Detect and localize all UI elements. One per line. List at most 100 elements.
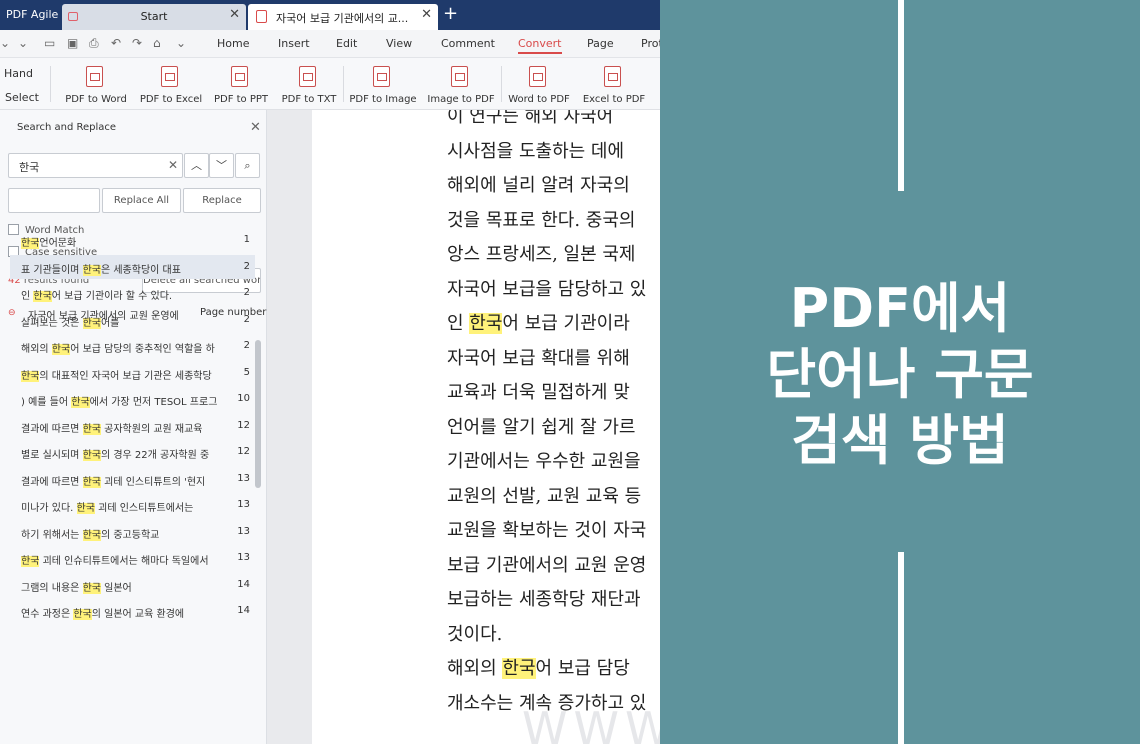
tab-document[interactable]: 자국어 보급 기관에서의 교... ✕ <box>248 4 438 30</box>
document-line: 교육과 더욱 밀접하게 맞 <box>447 378 630 404</box>
menu-page[interactable]: Page <box>587 37 614 50</box>
result-match-highlight: 한국 <box>51 344 71 355</box>
open-folder-icon[interactable]: ▭ <box>44 36 55 50</box>
search-result-row[interactable]: 미나가 있다. 한국 괴테 인스티튜트에서는 13 <box>10 493 255 517</box>
line-text: 보급하는 세종학당 재단과 <box>447 589 641 610</box>
next-result-button[interactable]: ﹀ <box>209 153 234 178</box>
menu-bar: ⌄ ⌄ ▭ ▣ ⎙ ↶ ↷ ⌂ ⌄ Home Insert Edit View … <box>0 30 660 58</box>
previous-result-button[interactable]: ︿ <box>184 153 209 178</box>
menu-view[interactable]: View <box>386 37 412 50</box>
result-match-highlight: 한국 <box>82 582 101 594</box>
menu-edit[interactable]: Edit <box>336 37 357 50</box>
new-tab-plus-icon[interactable]: + <box>443 4 458 24</box>
search-result-row[interactable]: 살펴보는 것은 한국어를 2 <box>10 308 255 332</box>
print-icon[interactable]: ⎙ <box>89 36 99 50</box>
undo-icon[interactable]: ↶ <box>111 36 121 50</box>
document-line: 해외의 한국어 보급 담당 <box>447 654 630 680</box>
tab-document-label: 자국어 보급 기관에서의 교... <box>276 12 409 25</box>
document-line: 교원을 확보하는 것이 자국 <box>447 516 646 542</box>
search-result-page: 14 <box>237 578 250 590</box>
search-result-row[interactable]: 해외의 한국어 보급 담당의 중추적인 역할을 하 2 <box>10 334 255 358</box>
image-to-pdf-button[interactable]: Image to PDF <box>421 62 501 108</box>
hand-tool[interactable]: Hand <box>4 67 33 80</box>
select-tool[interactable]: Select <box>5 91 39 104</box>
close-icon[interactable]: ✕ <box>229 8 240 22</box>
home-icon[interactable]: ⌂ <box>153 36 161 50</box>
search-result-row[interactable]: 결과에 따르면 한국 괴테 인스티튜트의 '현지 13 <box>10 467 255 491</box>
result-match-highlight: 한국 <box>71 397 90 408</box>
line-text: 자국어 보급 확대를 위해 <box>447 347 630 369</box>
result-match-highlight: 한국 <box>21 370 40 382</box>
menu-chevron-icon[interactable]: ⌄ <box>0 36 10 50</box>
app-root: PDF Agile Start ✕ 자국어 보급 기관에서의 교... ✕ + … <box>0 0 1140 744</box>
replace-input[interactable] <box>8 188 100 213</box>
search-result-text: 하기 위해서는 한국의 중고등학교 <box>21 526 233 541</box>
menu-comment[interactable]: Comment <box>441 37 495 50</box>
menu-home[interactable]: Home <box>217 37 249 50</box>
result-context-after: 언어문화 <box>39 238 77 249</box>
search-result-row[interactable]: 한국언어문화 1 <box>10 228 255 252</box>
results-scrollbar[interactable] <box>255 340 261 488</box>
result-match-highlight: 한국 <box>82 264 101 276</box>
pdf-to-word-button[interactable]: PDF to Word <box>56 62 136 108</box>
quick-access-dropdown-icon[interactable]: ⌄ <box>18 36 28 50</box>
pdf-file-icon <box>604 66 621 87</box>
search-result-row[interactable]: 한국 괴테 인슈티튜트에서는 해마다 독일에서 13 <box>10 546 255 570</box>
tab-start[interactable]: Start ✕ <box>62 4 246 30</box>
result-context-after: 어 보급 담당의 중추적인 역할을 하 <box>70 344 215 355</box>
search-result-row[interactable]: 연수 과정은 한국의 일본어 교육 환경에 14 <box>10 599 255 623</box>
pdf-to-image-button[interactable]: PDF to Image <box>343 62 423 108</box>
search-result-row[interactable]: 한국의 대표적인 자국어 보급 기관은 세종학당 5 <box>10 361 255 385</box>
search-result-row[interactable]: 별로 실시되며 한국의 경우 22개 공자학원 중 12 <box>10 440 255 464</box>
pdf-to-txt-button[interactable]: PDF to TXT <box>269 62 349 108</box>
search-result-text: ) 예를 들어 한국에서 가장 먼저 TESOL 프로그 <box>21 393 233 408</box>
menu-insert[interactable]: Insert <box>278 37 310 50</box>
search-result-text: 한국 괴테 인슈티튜트에서는 해마다 독일에서 <box>21 552 233 567</box>
result-context-after: 의 중고등학교 <box>100 529 160 541</box>
redo-icon[interactable]: ↷ <box>132 36 142 50</box>
word-to-pdf-button[interactable]: Word to PDF <box>499 62 579 108</box>
title-overlay: PDF에서 단어나 구문 검색 방법 <box>660 0 1140 744</box>
pdf-to-excel-button[interactable]: PDF to Excel <box>131 62 211 108</box>
document-page: 이 연구는 해외 자국어 시사점을 도출하는 데에 해외에 널리 알려 자국의 것을… <box>312 110 660 744</box>
txt-file-icon <box>299 66 316 87</box>
replace-button[interactable]: Replace <box>183 188 261 213</box>
pdf-to-excel-label: PDF to Excel <box>139 94 203 105</box>
document-line: 것이다. <box>447 620 502 646</box>
search-result-row[interactable]: 결과에 따르면 한국 공자학원의 교원 재교육 12 <box>10 414 255 438</box>
convert-ribbon: Hand Select PDF to Word PDF to Excel PDF… <box>0 58 660 110</box>
search-button[interactable]: ⌕ <box>235 153 260 178</box>
search-input[interactable]: 한국 ✕ <box>8 153 183 178</box>
document-line: 교원의 선발, 교원 교육 등 <box>447 482 641 508</box>
search-result-row[interactable]: 표 기관들이며 한국은 세종학당이 대표 2 <box>10 254 255 279</box>
line-text: 것이다. <box>447 623 503 645</box>
menu-convert[interactable]: Convert <box>518 37 562 54</box>
search-match-highlight: 한국 <box>502 658 536 679</box>
result-match-highlight: 한국 <box>33 291 52 302</box>
close-icon[interactable]: ✕ <box>250 120 261 135</box>
pdf-to-image-label: PDF to Image <box>349 94 417 105</box>
search-result-text: 결과에 따르면 한국 공자학원의 교원 재교육 <box>21 420 233 435</box>
line-text: 보급 기관에서의 교원 운영 <box>447 554 647 576</box>
search-result-row[interactable]: ) 예를 들어 한국에서 가장 먼저 TESOL 프로그 10 <box>10 387 255 411</box>
search-result-text: 별로 실시되며 한국의 경우 22개 공자학원 중 <box>21 446 233 461</box>
result-match-highlight: 한국 <box>82 450 101 461</box>
line-text: 것을 목표로 한다. 중국의 <box>447 209 636 231</box>
customize-dropdown-icon[interactable]: ⌄ <box>176 36 186 50</box>
search-result-row[interactable]: 인 한국어 보급 기관이라 할 수 있다. 2 <box>10 281 255 305</box>
save-icon[interactable]: ▣ <box>67 36 78 50</box>
replace-all-button[interactable]: Replace All <box>102 188 181 213</box>
line-text: 이 연구는 해외 자국어 <box>447 110 614 127</box>
result-context-after: 괴테 인스티튜트의 '현지 <box>100 476 206 488</box>
clear-icon[interactable]: ✕ <box>168 158 178 172</box>
result-context-after: 괴테 인스티튜트에서는 <box>94 503 194 514</box>
menu-protect[interactable]: Prot <box>641 37 660 50</box>
ppt-file-icon <box>231 66 248 87</box>
excel-to-pdf-button[interactable]: Excel to PDF <box>574 62 654 108</box>
search-match-highlight: 한국 <box>469 313 503 334</box>
excel-file-icon <box>161 66 178 87</box>
search-result-row[interactable]: 하기 위해서는 한국의 중고등학교 13 <box>10 520 255 544</box>
search-result-text: 표 기관들이며 한국은 세종학당이 대표 <box>21 261 233 276</box>
close-icon[interactable]: ✕ <box>421 8 432 22</box>
search-result-row[interactable]: 그램의 내용은 한국 일본어 14 <box>10 573 255 597</box>
